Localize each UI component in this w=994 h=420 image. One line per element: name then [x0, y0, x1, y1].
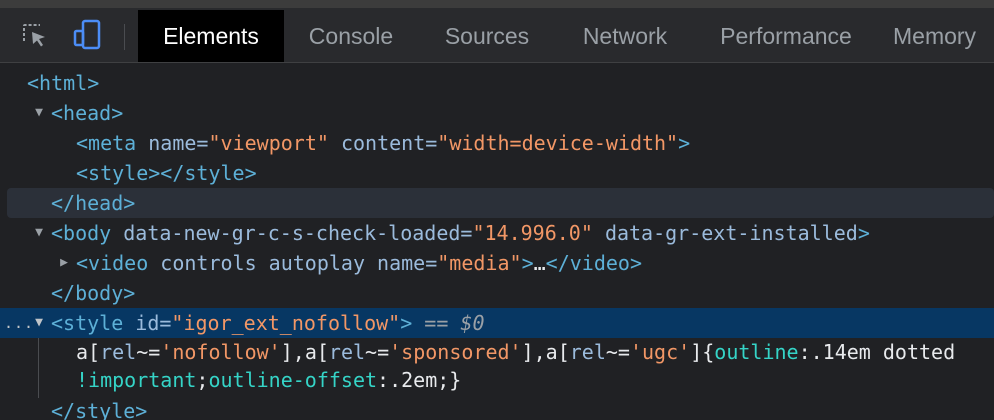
css-important: !important — [76, 368, 197, 392]
dom-node-video[interactable]: ▶ <video controls autoplay name="media">… — [0, 248, 994, 278]
video-attr-name: name= — [377, 251, 438, 275]
style-attr-id: id= — [135, 311, 172, 335]
dom-node-style-empty[interactable]: <style></style> — [0, 158, 994, 188]
css-rule-selectors: a[rel~='nofollow'],a[rel~='sponsored'],a… — [76, 338, 955, 366]
video-open: <video — [76, 251, 149, 275]
css-text: ]{ — [690, 340, 715, 364]
css-text: ~= — [605, 340, 630, 364]
dom-node-style-close[interactable]: </style> — [0, 396, 994, 420]
tag-html-open: <html> — [27, 71, 100, 95]
body-tag-content: <body data-new-gr-c-s-check-loaded="14.9… — [51, 218, 870, 248]
device-toolbar-icon[interactable] — [67, 8, 107, 62]
css-property-outline: outline — [714, 340, 799, 364]
style-selected-content: <style id="igor_ext_nofollow"> == $0 — [51, 308, 485, 338]
css-property-outline-offset: outline-offset — [208, 368, 378, 392]
meta-open: <meta — [76, 131, 137, 155]
css-attr-rel: rel — [569, 340, 606, 364]
css-value-ugc: 'ugc' — [629, 340, 691, 364]
video-attr-autoplay: autoplay — [268, 251, 365, 275]
css-value-nofollow: 'nofollow' — [160, 340, 281, 364]
meta-attr-name: name= — [148, 131, 209, 155]
css-text: a[ — [76, 340, 101, 364]
tab-sources[interactable]: Sources — [428, 10, 546, 62]
video-close-bracket: > — [521, 251, 534, 275]
expand-triangle-down-icon[interactable]: ▼ — [31, 308, 47, 338]
style-close-bracket: > — [400, 311, 413, 335]
meta-close: > — [678, 131, 691, 155]
inspect-element-icon[interactable] — [14, 8, 54, 62]
node-actions-dots[interactable]: ... — [4, 308, 34, 338]
css-text-line-1[interactable]: a[rel~='nofollow'],a[rel~='sponsored'],a… — [0, 338, 994, 366]
expand-triangle-right-icon[interactable]: ▶ — [56, 248, 72, 278]
video-attr-controls: controls — [160, 251, 257, 275]
meta-attr-content-value: "width=device-width" — [437, 131, 679, 155]
selected-node-marker: == $0 — [424, 311, 485, 335]
tag-head-close: </head> — [51, 191, 136, 215]
css-value-sponsored: 'sponsored' — [389, 340, 522, 364]
toolbar-divider — [124, 24, 125, 50]
tag-style-empty: <style></style> — [76, 161, 257, 185]
video-attr-name-value: "media" — [437, 251, 522, 275]
expand-triangle-down-icon[interactable]: ▼ — [31, 218, 47, 248]
dom-node-body[interactable]: ▼ <body data-new-gr-c-s-check-loaded="14… — [0, 218, 994, 248]
css-text: ],a[ — [521, 340, 570, 364]
style-open: <style — [51, 311, 124, 335]
body-attr-ext-installed: data-gr-ext-installed — [604, 221, 858, 245]
css-attr-rel: rel — [328, 340, 366, 364]
body-attr-check-loaded-value: "14.996.0" — [472, 221, 593, 245]
video-end-tag: </video> — [545, 251, 642, 275]
expand-triangle-down-icon[interactable]: ▼ — [31, 98, 47, 128]
meta-tag-content: <meta name="viewport" content="width=dev… — [76, 128, 690, 158]
body-open: <body — [51, 221, 112, 245]
css-text-line-2[interactable]: !important;outline-offset:.2em;} — [0, 366, 994, 394]
tag-body-close: </body> — [51, 281, 136, 305]
tab-performance[interactable]: Performance — [706, 10, 866, 62]
tab-elements[interactable]: Elements — [138, 10, 284, 62]
dom-node-style-selected[interactable]: ... ▼ <style id="igor_ext_nofollow"> == … — [0, 308, 994, 338]
meta-attr-name-value: "viewport" — [208, 131, 329, 155]
dom-node-head[interactable]: ▼ <head> — [0, 98, 994, 128]
body-close-bracket: > — [857, 221, 870, 245]
tab-console[interactable]: Console — [292, 10, 410, 62]
css-text: :.2em;} — [377, 368, 462, 392]
tab-network[interactable]: Network — [566, 10, 684, 62]
elements-dom-tree: <html> ▼ <head> <meta name="viewport" co… — [0, 63, 994, 420]
collapsed-ellipsis[interactable]: … — [534, 251, 546, 275]
css-rule-declarations: !important;outline-offset:.2em;} — [76, 366, 461, 394]
video-tag-content: <video controls autoplay name="media">…<… — [76, 248, 642, 278]
dom-node-head-close[interactable]: </head> — [7, 188, 994, 218]
css-text: ~= — [136, 340, 161, 364]
css-text: ],a[ — [280, 340, 329, 364]
css-text: :.14em dotted — [798, 340, 956, 364]
tag-style-close: </style> — [51, 399, 148, 420]
meta-attr-content: content= — [340, 131, 438, 155]
dom-node-body-close[interactable]: </body> — [0, 278, 994, 308]
tab-memory[interactable]: Memory — [893, 10, 994, 62]
tag-head-open: <head> — [51, 101, 124, 125]
dom-node-html[interactable]: <html> — [0, 68, 994, 98]
devtools-toolbar: Elements Console Sources Network Perform… — [0, 8, 994, 63]
window-top-edge — [0, 0, 994, 8]
indent-guide — [38, 338, 39, 398]
style-attr-id-value: "igor_ext_nofollow" — [171, 311, 401, 335]
css-attr-rel: rel — [100, 340, 137, 364]
dom-node-meta[interactable]: <meta name="viewport" content="width=dev… — [0, 128, 994, 158]
css-text: ; — [196, 368, 209, 392]
css-text: ~= — [365, 340, 390, 364]
body-attr-check-loaded: data-new-gr-c-s-check-loaded= — [123, 221, 473, 245]
